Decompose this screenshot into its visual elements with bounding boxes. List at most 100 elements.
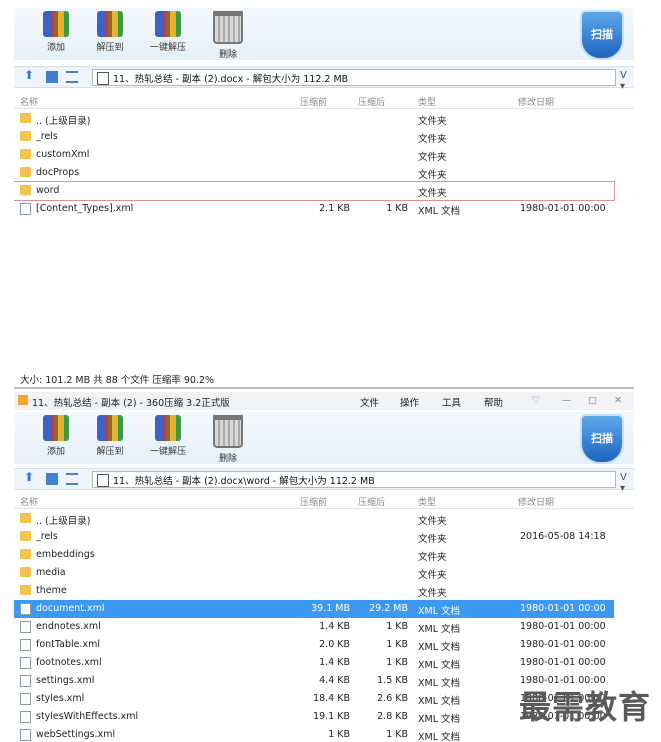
status-bar: 大小: 101.2 MB 共 88 个文件 压缩率 90.2% <box>14 370 634 386</box>
file-name: embeddings <box>36 549 95 560</box>
folder-row[interactable]: .. (上级目录) 文件夹 <box>14 110 614 128</box>
one-click-extract-icon <box>155 11 181 37</box>
one-click-extract-icon <box>155 415 181 441</box>
file-row[interactable]: webSettings.xml 1 KB 1 KB XML 文档 <box>14 726 614 742</box>
path-field[interactable]: 11、热轧总结 - 副本 (2).docx - 解包大小为 112.2 MB <box>92 69 616 86</box>
file-type: XML 文档 <box>418 660 461 671</box>
delete-button[interactable]: 删除 <box>200 11 256 60</box>
extract-to-button[interactable]: 解压到 <box>82 11 138 57</box>
column-name[interactable]: 名称 <box>20 495 38 508</box>
unpacked-size: 2.8 KB <box>377 711 408 722</box>
menu-tools[interactable]: 工具 <box>442 395 461 409</box>
one-click-extract-button[interactable]: 一键解压 <box>140 11 196 57</box>
file-type: XML 文档 <box>418 714 461 725</box>
scan-button[interactable]: 扫描 <box>580 414 624 464</box>
file-name: .. (上级目录) <box>36 116 91 127</box>
path-text: 11、热轧总结 - 副本 (2).docx - 解包大小为 112.2 MB <box>113 74 349 85</box>
list-view-icon[interactable] <box>66 71 78 83</box>
file-type: XML 文档 <box>418 606 461 617</box>
folder-row[interactable]: _rels 文件夹 <box>14 128 614 146</box>
column-unpacked[interactable]: 压缩后 <box>358 95 385 108</box>
one-click-extract-button[interactable]: 一键解压 <box>140 415 196 461</box>
add-button[interactable]: 添加 <box>28 11 84 57</box>
view-icon[interactable] <box>46 473 58 485</box>
unpacked-size: 1 KB <box>386 729 408 740</box>
up-arrow-icon[interactable]: ⬆ <box>24 68 36 82</box>
menu-help[interactable]: 帮助 <box>484 395 503 409</box>
file-type: XML 文档 <box>418 696 461 707</box>
skin-icon[interactable]: ♡ <box>532 395 541 406</box>
file-row[interactable]: [Content_Types].xml 2.1 KB 1 KB XML 文档 1980-… <box>14 200 614 218</box>
packed-size: 2.0 KB <box>319 639 350 650</box>
file-name: word <box>36 185 60 196</box>
file-name: stylesWithEffects.xml <box>36 711 139 722</box>
add-button[interactable]: 添加 <box>28 415 84 461</box>
file-type: 文件夹 <box>418 170 447 181</box>
folder-row[interactable]: embeddings 文件夹 <box>14 546 614 564</box>
file-name: customXml <box>36 149 90 160</box>
maximize-icon[interactable]: □ <box>588 395 597 406</box>
file-row[interactable]: endnotes.xml 1.4 KB 1 KB XML 文档 1980-01-01 0… <box>14 618 614 636</box>
folder-icon <box>20 113 31 123</box>
modified-date: 2016-05-08 14:18 <box>520 531 606 542</box>
file-row[interactable]: fontTable.xml 2.0 KB 1 KB XML 文档 1980-01-01 … <box>14 636 614 654</box>
folder-icon <box>20 567 31 577</box>
column-type[interactable]: 类型 <box>418 495 436 508</box>
file-name: styles.xml <box>36 693 85 704</box>
menu-file[interactable]: 文件 <box>360 395 379 409</box>
folder-row[interactable]: customXml 文件夹 <box>14 146 614 164</box>
file-row[interactable]: footnotes.xml 1.4 KB 1 KB XML 文档 1980-01-01 … <box>14 654 614 672</box>
folder-row[interactable]: docProps 文件夹 <box>14 164 614 182</box>
file-name: _rels <box>36 131 58 142</box>
file-type: XML 文档 <box>418 624 461 635</box>
view-icon[interactable] <box>46 71 58 83</box>
minimize-icon[interactable]: — <box>562 395 572 406</box>
menu-operate[interactable]: 操作 <box>400 395 419 409</box>
file-name: settings.xml <box>36 675 95 686</box>
address-bar: ⬆ 11、热轧总结 - 副本 (2).docx - 解包大小为 112.2 MB… <box>14 66 634 92</box>
file-type: XML 文档 <box>418 206 461 217</box>
title-bar: 11、热轧总结 - 副本 (2) - 360压缩 3.2正式版 文件 操作 工具… <box>14 392 634 410</box>
xml-file-icon <box>20 603 31 615</box>
path-field[interactable]: 11、热轧总结 - 副本 (2).docx\word - 解包大小为 112.2… <box>92 471 616 488</box>
xml-file-icon <box>20 657 31 669</box>
document-icon <box>97 474 109 487</box>
column-modified[interactable]: 修改日期 <box>518 95 554 108</box>
column-name[interactable]: 名称 <box>20 95 38 108</box>
scan-label: 扫描 <box>591 28 613 41</box>
column-packed[interactable]: 压缩前 <box>300 495 327 508</box>
file-row[interactable]: document.xml 39.1 MB 29.2 MB XML 文档 1980-01-… <box>14 600 614 618</box>
delete-button[interactable]: 删除 <box>200 415 256 464</box>
column-type[interactable]: 类型 <box>418 95 436 108</box>
folder-row[interactable]: word 文件夹 <box>14 181 615 201</box>
chevron-down-icon[interactable]: V ▾ <box>620 70 634 92</box>
folder-row[interactable]: .. (上级目录) 文件夹 <box>14 510 614 528</box>
modified-date: 1980-01-01 00:00 <box>520 203 606 214</box>
extract-to-button[interactable]: 解压到 <box>82 415 138 461</box>
column-modified[interactable]: 修改日期 <box>518 495 554 508</box>
folder-row[interactable]: media 文件夹 <box>14 564 614 582</box>
up-arrow-icon[interactable]: ⬆ <box>24 470 36 484</box>
column-packed[interactable]: 压缩前 <box>300 95 327 108</box>
extract-to-icon <box>97 11 123 37</box>
folder-icon <box>20 585 31 595</box>
watermark-logo: 最需教育 <box>518 688 651 726</box>
file-type: XML 文档 <box>418 732 461 742</box>
folder-icon <box>20 531 31 541</box>
path-text: 11、热轧总结 - 副本 (2).docx\word - 解包大小为 112.2… <box>113 476 375 487</box>
list-view-icon[interactable] <box>66 473 78 485</box>
scan-label: 扫描 <box>591 432 613 445</box>
divider <box>14 387 634 389</box>
modified-date: 1980-01-01 00:00 <box>520 603 606 614</box>
file-name: theme <box>36 585 67 596</box>
folder-row[interactable]: theme 文件夹 <box>14 582 614 600</box>
close-icon[interactable]: ✕ <box>614 395 622 406</box>
packed-size: 18.4 KB <box>313 693 350 704</box>
modified-date: 1980-01-01 00:00 <box>520 657 606 668</box>
extract-to-icon <box>97 415 123 441</box>
scan-button[interactable]: 扫描 <box>580 10 624 60</box>
file-type: 文件夹 <box>418 516 447 527</box>
chevron-down-icon[interactable]: V ▾ <box>620 472 634 494</box>
column-unpacked[interactable]: 压缩后 <box>358 495 385 508</box>
folder-row[interactable]: _rels 文件夹 2016-05-08 14:18 <box>14 528 614 546</box>
